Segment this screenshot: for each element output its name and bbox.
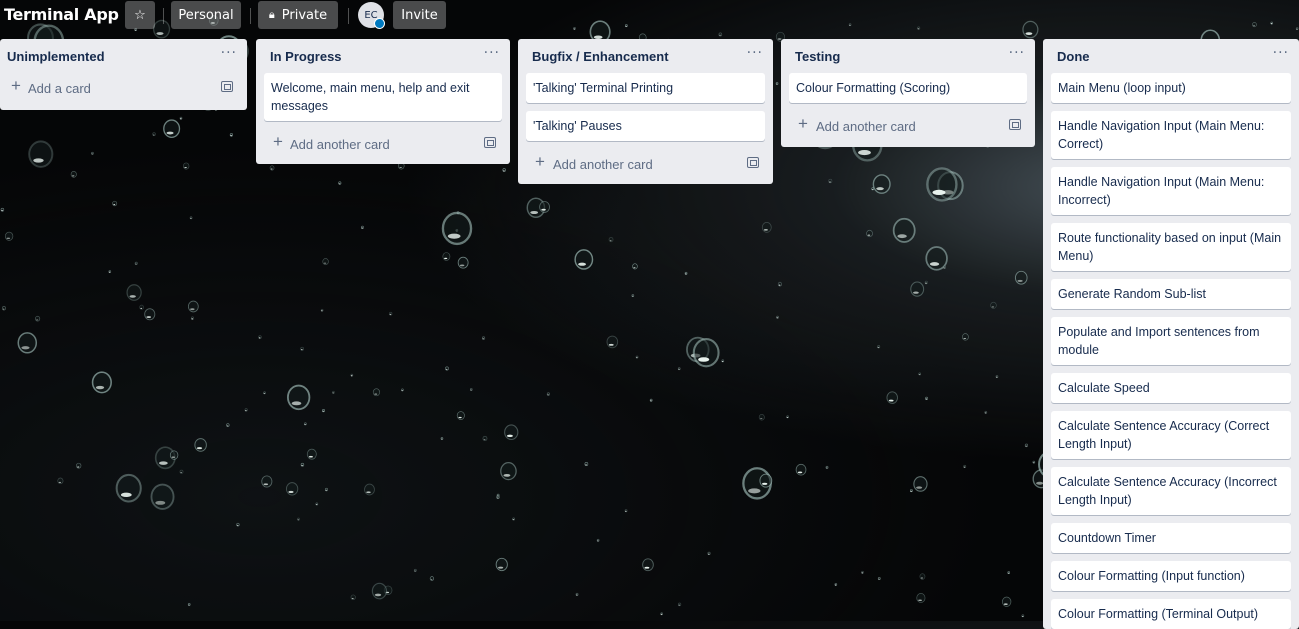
plus-icon: + <box>273 132 283 151</box>
list-testing: Testing ··· Colour Formatting (Scoring) … <box>781 39 1035 147</box>
list-header: Unimplemented ··· <box>0 39 247 73</box>
header-divider <box>163 8 164 24</box>
star-button[interactable]: ☆ <box>125 1 155 29</box>
card[interactable]: Main Menu (loop input) <box>1051 73 1291 103</box>
list-done: Done ··· Main Menu (loop input) Handle N… <box>1043 39 1299 629</box>
list-header: Done ··· <box>1043 39 1299 73</box>
list-menu-icon[interactable]: ··· <box>1009 45 1025 61</box>
header-divider <box>348 8 349 24</box>
card[interactable]: Colour Formatting (Input function) <box>1051 561 1291 591</box>
card[interactable]: Colour Formatting (Terminal Output) <box>1051 599 1291 629</box>
member-avatar[interactable]: EC <box>358 2 385 29</box>
plus-icon: + <box>11 76 21 95</box>
add-card-label: Add another card <box>553 157 653 172</box>
card[interactable]: Welcome, main menu, help and exit messag… <box>264 73 502 121</box>
list-header: Testing ··· <box>781 39 1035 73</box>
list-menu-icon[interactable]: ··· <box>747 45 763 61</box>
card[interactable]: Calculate Speed <box>1051 373 1291 403</box>
list-header: Bugfix / Enhancement ··· <box>518 39 773 73</box>
add-card-label: Add another card <box>290 137 390 152</box>
admin-badge-icon <box>374 18 385 29</box>
visibility-button[interactable]: 🔒︎ Private <box>258 1 338 29</box>
list-title[interactable]: Bugfix / Enhancement <box>532 49 669 64</box>
card[interactable]: Countdown Timer <box>1051 523 1291 553</box>
card[interactable]: 'Talking' Terminal Printing <box>526 73 765 103</box>
list-menu-icon[interactable]: ··· <box>484 45 500 61</box>
list-title[interactable]: In Progress <box>270 49 342 64</box>
personal-team-button[interactable]: Personal <box>171 1 241 29</box>
list-unimplemented: Unimplemented ··· + Add a card <box>0 39 247 110</box>
visibility-label: Private <box>281 7 328 23</box>
card-template-icon[interactable] <box>484 137 496 148</box>
plus-icon: + <box>798 114 808 133</box>
card[interactable]: 'Talking' Pauses <box>526 111 765 141</box>
list-title[interactable]: Testing <box>795 49 840 64</box>
card-template-icon[interactable] <box>747 157 759 168</box>
add-card-button[interactable]: + Add another card <box>781 111 1035 141</box>
card[interactable]: Calculate Sentence Accuracy (Correct Len… <box>1051 411 1291 459</box>
card[interactable]: Generate Random Sub-list <box>1051 279 1291 309</box>
list-menu-icon[interactable]: ··· <box>221 45 237 61</box>
add-card-button[interactable]: + Add another card <box>256 129 510 159</box>
card[interactable]: Route functionality based on input (Main… <box>1051 223 1291 271</box>
board-header: Terminal App ☆ Personal 🔒︎ Private EC In… <box>0 0 1299 31</box>
list-menu-icon[interactable]: ··· <box>1273 45 1289 61</box>
card[interactable]: Calculate Sentence Accuracy (Incorrect L… <box>1051 467 1291 515</box>
list-title[interactable]: Unimplemented <box>7 49 105 64</box>
add-card-label: Add another card <box>816 119 916 134</box>
header-divider <box>250 8 251 24</box>
add-card-label: Add a card <box>28 81 91 96</box>
list-title[interactable]: Done <box>1057 49 1090 64</box>
plus-icon: + <box>535 152 545 171</box>
star-icon: ☆ <box>134 7 146 23</box>
lock-icon: 🔒︎ <box>268 8 275 21</box>
card[interactable]: Handle Navigation Input (Main Menu: Corr… <box>1051 111 1291 159</box>
list-header: In Progress ··· <box>256 39 510 73</box>
list-bugfix-enhancement: Bugfix / Enhancement ··· 'Talking' Termi… <box>518 39 773 184</box>
board-title[interactable]: Terminal App <box>4 5 119 24</box>
card[interactable]: Handle Navigation Input (Main Menu: Inco… <box>1051 167 1291 215</box>
add-card-button[interactable]: + Add a card <box>0 73 247 103</box>
card-template-icon[interactable] <box>1009 119 1021 130</box>
add-card-button[interactable]: + Add another card <box>518 149 773 179</box>
card[interactable]: Colour Formatting (Scoring) <box>789 73 1027 103</box>
list-in-progress: In Progress ··· Welcome, main menu, help… <box>256 39 510 164</box>
invite-button[interactable]: Invite <box>393 1 446 29</box>
card-template-icon[interactable] <box>221 81 233 92</box>
card[interactable]: Populate and Import sentences from modul… <box>1051 317 1291 365</box>
